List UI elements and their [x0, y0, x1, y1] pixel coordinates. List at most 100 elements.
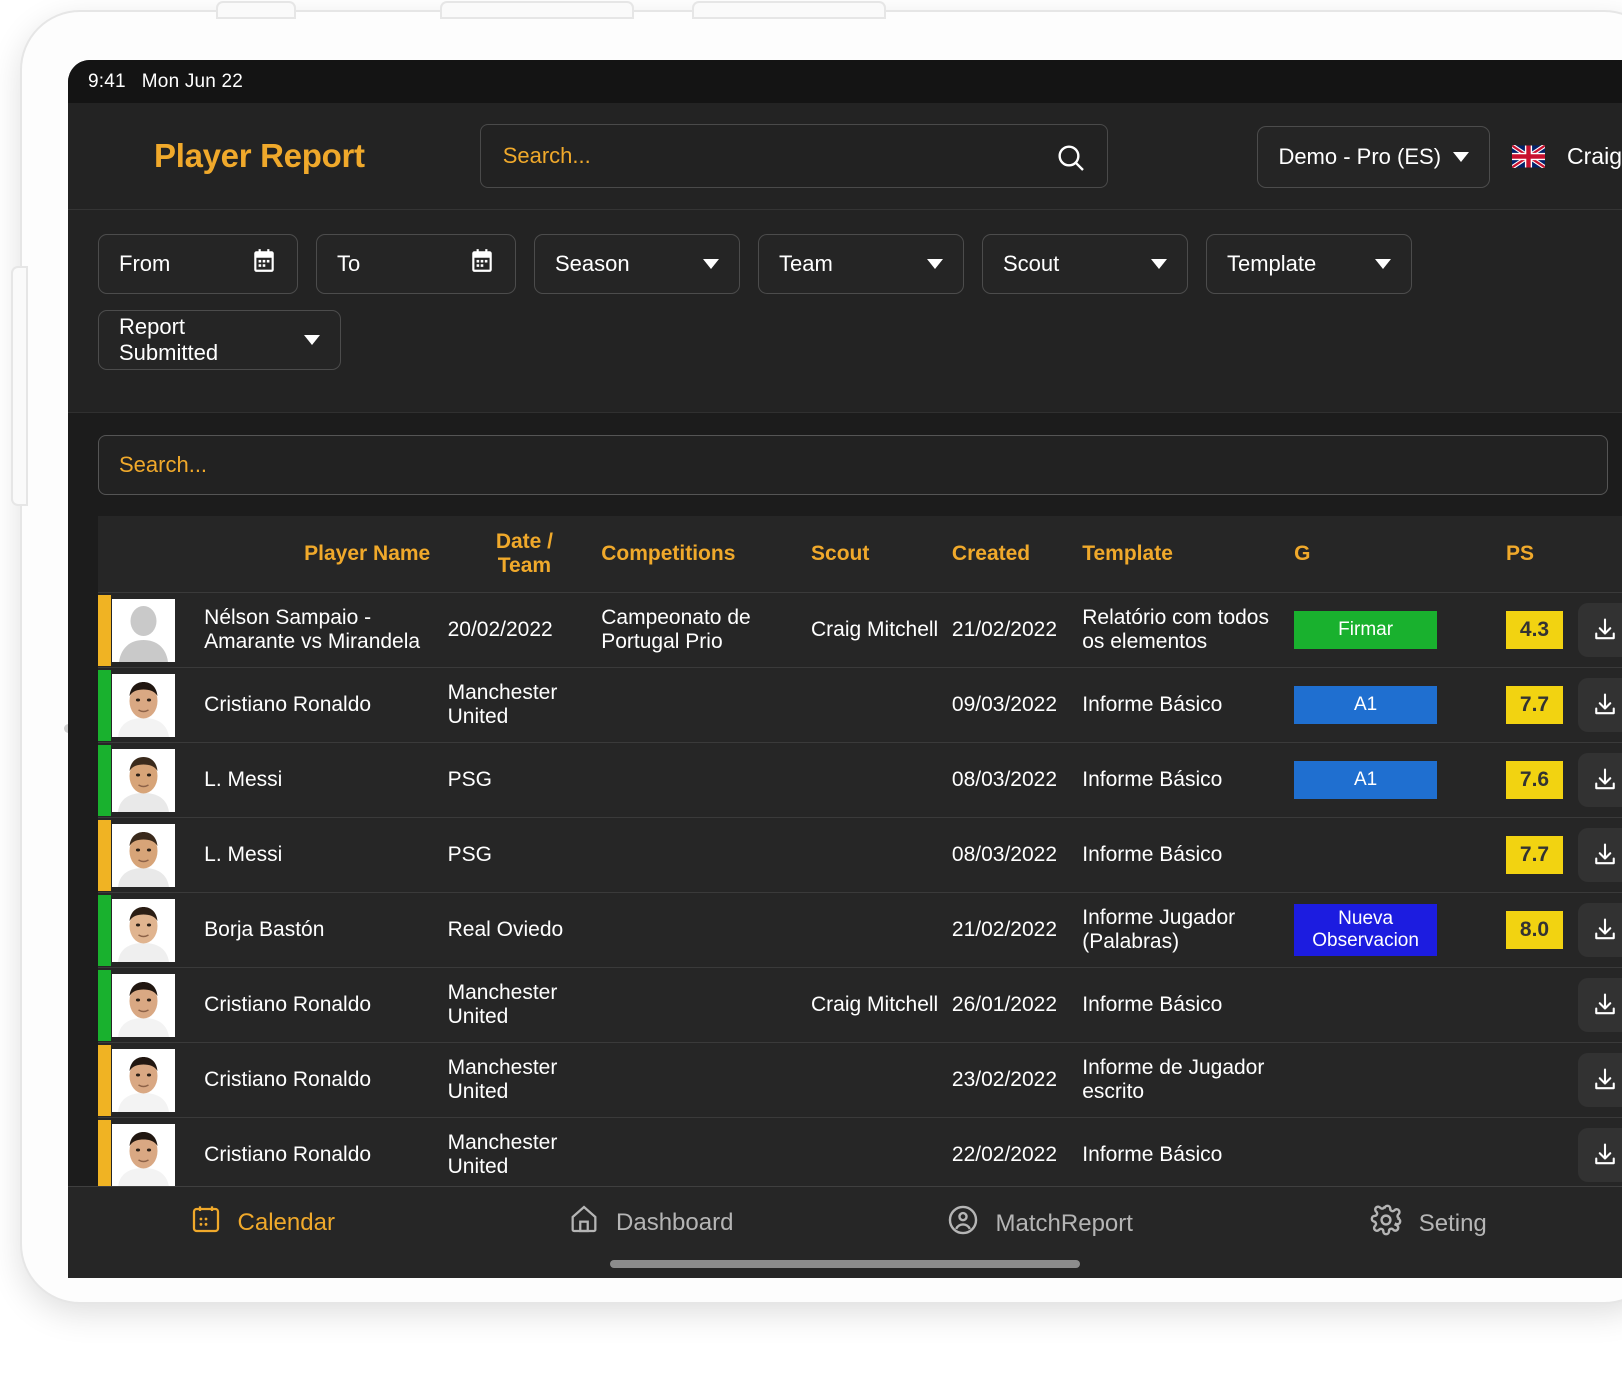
cell-g-badge[interactable]: Nueva Observacion	[1294, 893, 1506, 968]
page-title: Player Report	[154, 137, 365, 175]
status-badge[interactable]: A1	[1294, 761, 1437, 799]
table-row[interactable]: Cristiano RonaldoManchester United22/02/…	[98, 1118, 1622, 1193]
calendar-icon[interactable]	[469, 248, 495, 280]
chevron-down-icon	[1151, 259, 1167, 269]
cell-player-name[interactable]: Cristiano Ronaldo	[190, 1118, 447, 1193]
download-icon[interactable]	[1578, 1053, 1622, 1107]
filter-scout[interactable]: Scout	[982, 234, 1188, 294]
th-player-name[interactable]: Player Name	[190, 516, 447, 593]
avatar	[112, 668, 190, 743]
table-row[interactable]: Cristiano RonaldoManchester UnitedCraig …	[98, 968, 1622, 1043]
download-icon[interactable]	[1578, 978, 1622, 1032]
th-scout[interactable]: Scout	[811, 516, 952, 593]
cell-ps-score	[1506, 1043, 1578, 1118]
status-badge[interactable]: Firmar	[1294, 611, 1437, 649]
th-photo	[112, 516, 190, 593]
nav-item-matchreport[interactable]: MatchReport	[845, 1203, 1234, 1244]
device-button-top-2[interactable]	[442, 3, 632, 17]
table-row[interactable]: L. MessiPSG08/03/2022Informe Básico7.7	[98, 818, 1622, 893]
download-icon[interactable]	[1578, 678, 1622, 732]
global-search-input[interactable]: Search...	[480, 124, 1108, 188]
cell-created: 09/03/2022	[952, 668, 1082, 743]
avatar	[112, 818, 190, 893]
th-template[interactable]: Template	[1082, 516, 1294, 593]
cell-g-badge[interactable]: A1	[1294, 668, 1506, 743]
table-row[interactable]: Cristiano RonaldoManchester United23/02/…	[98, 1043, 1622, 1118]
cell-download[interactable]	[1578, 1118, 1622, 1193]
cell-download[interactable]	[1578, 743, 1622, 818]
cell-download[interactable]	[1578, 593, 1622, 668]
filter-to-label: To	[337, 251, 360, 277]
table-header-row: Player Name Date / Team Competitions Sco…	[98, 516, 1622, 593]
cell-player-name[interactable]: Cristiano Ronaldo	[190, 1043, 447, 1118]
cell-player-name[interactable]: L. Messi	[190, 818, 447, 893]
nav-item-dashboard[interactable]: Dashboard	[457, 1203, 846, 1242]
cell-g-badge[interactable]: Firmar	[1294, 593, 1506, 668]
filter-template[interactable]: Template	[1206, 234, 1412, 294]
cell-competitions	[601, 1043, 811, 1118]
cell-player-name[interactable]: Nélson Sampaio - Amarante vs Mirandela	[190, 593, 447, 668]
uk-flag-icon	[1512, 145, 1545, 168]
cell-download[interactable]	[1578, 1043, 1622, 1118]
cell-player-name[interactable]: L. Messi	[190, 743, 447, 818]
cell-template: Informe de Jugador escrito	[1082, 1043, 1294, 1118]
cell-player-name[interactable]: Cristiano Ronaldo	[190, 668, 447, 743]
table-row[interactable]: L. MessiPSG08/03/2022Informe BásicoA17.6	[98, 743, 1622, 818]
device-button-top-3[interactable]	[694, 3, 884, 17]
report-table-section: Search... Player Name Date / Team Compet…	[68, 413, 1622, 1267]
nav-item-calendar[interactable]: Calendar	[68, 1203, 457, 1242]
th-created[interactable]: Created	[952, 516, 1082, 593]
th-g[interactable]: G	[1294, 516, 1506, 593]
nav-item-settings[interactable]: Seting	[1234, 1203, 1622, 1244]
cell-template: Informe Básico	[1082, 968, 1294, 1043]
cell-scout	[811, 743, 952, 818]
download-icon[interactable]	[1578, 753, 1622, 807]
row-status-indicator	[98, 743, 112, 818]
cell-template: Informe Básico	[1082, 818, 1294, 893]
th-competitions[interactable]: Competitions	[601, 516, 811, 593]
table-row[interactable]: Cristiano RonaldoManchester United09/03/…	[98, 668, 1622, 743]
cell-download[interactable]	[1578, 893, 1622, 968]
filter-team-label: Team	[779, 251, 833, 277]
org-select-dropdown[interactable]: Demo - Pro (ES)	[1257, 126, 1490, 188]
th-date-line1: Date /	[448, 530, 602, 554]
cell-download[interactable]	[1578, 968, 1622, 1043]
home-indicator[interactable]	[610, 1260, 1080, 1268]
filter-team[interactable]: Team	[758, 234, 964, 294]
status-badge[interactable]: Nueva Observacion	[1294, 904, 1437, 956]
cell-download[interactable]	[1578, 668, 1622, 743]
cell-g-badge	[1294, 818, 1506, 893]
table-row[interactable]: Nélson Sampaio - Amarante vs Mirandela20…	[98, 593, 1622, 668]
table-row[interactable]: Borja BastónReal Oviedo21/02/2022Informe…	[98, 893, 1622, 968]
filter-from-date[interactable]: From	[98, 234, 298, 294]
device-button-side[interactable]	[13, 268, 26, 504]
cell-created: 23/02/2022	[952, 1043, 1082, 1118]
th-ps[interactable]: PS	[1506, 516, 1578, 593]
table-search-input[interactable]: Search...	[98, 435, 1608, 495]
download-icon[interactable]	[1578, 903, 1622, 957]
filter-row-secondary: Report Submitted	[98, 310, 1622, 370]
cell-player-name[interactable]: Borja Bastón	[190, 893, 447, 968]
table-search-placeholder: Search...	[119, 452, 207, 478]
calendar-icon[interactable]	[251, 248, 277, 280]
avatar	[112, 968, 190, 1043]
download-icon[interactable]	[1578, 1128, 1622, 1182]
cell-download[interactable]	[1578, 818, 1622, 893]
th-date-team[interactable]: Date / Team	[448, 516, 602, 593]
filter-report-submitted[interactable]: Report Submitted	[98, 310, 341, 370]
filter-to-date[interactable]: To	[316, 234, 516, 294]
download-icon[interactable]	[1578, 603, 1622, 657]
cell-player-name[interactable]: Cristiano Ronaldo	[190, 968, 447, 1043]
cell-g-badge[interactable]: A1	[1294, 743, 1506, 818]
status-badge[interactable]: A1	[1294, 686, 1437, 724]
filter-season[interactable]: Season	[534, 234, 740, 294]
cell-competitions	[601, 668, 811, 743]
search-icon[interactable]	[1055, 142, 1087, 179]
download-icon[interactable]	[1578, 828, 1622, 882]
nav-label-matchreport: MatchReport	[996, 1210, 1133, 1238]
ps-score-badge: 7.7	[1506, 836, 1563, 874]
user-circle-icon	[946, 1203, 980, 1244]
user-name-label[interactable]: Craig	[1567, 143, 1622, 170]
device-button-top-1[interactable]	[218, 3, 294, 17]
nav-label-settings: Seting	[1419, 1210, 1487, 1238]
